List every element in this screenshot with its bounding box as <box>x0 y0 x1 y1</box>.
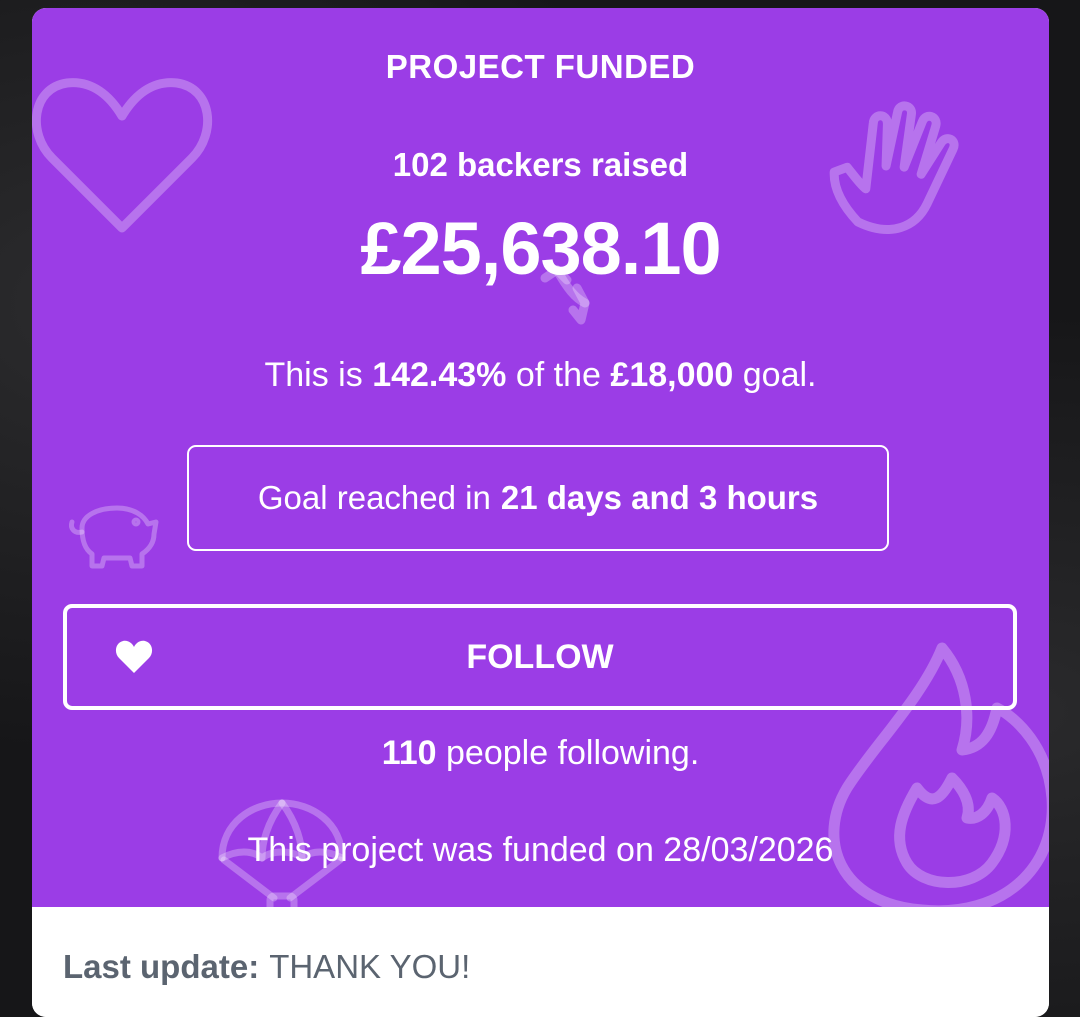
last-update-label: Last update: <box>63 948 260 985</box>
reached-prefix: Goal reached in <box>257 479 491 516</box>
heart-icon <box>115 640 153 673</box>
goal-progress-text: This is 142.43% of the £18,000 goal. <box>32 356 1049 395</box>
piggy-bank-icon <box>69 505 159 569</box>
funded-date: This project was funded on 28/03/2026 <box>247 831 834 869</box>
backers-count: 102 backers raised <box>392 146 689 183</box>
goal-suffix: goal. <box>742 356 817 394</box>
goal-middle: of the <box>515 356 601 394</box>
funding-card: PROJECT FUNDED 102 backers raised £25,63… <box>32 8 1049 1017</box>
funded-heading: PROJECT FUNDED <box>385 48 696 85</box>
goal-reached-box: Goal reached in 21 days and 3 hours <box>187 445 889 551</box>
following-count: 110 people following. <box>32 734 1049 773</box>
last-update[interactable]: Last update: THANK YOU! <box>63 948 470 986</box>
reached-duration: 21 days and 3 hours <box>500 479 819 516</box>
last-update-value: THANK YOU! <box>269 948 471 985</box>
goal-percent: 142.43% <box>372 356 507 394</box>
following-suffix: people following. <box>446 734 700 772</box>
goal-prefix: This is <box>264 356 363 394</box>
funding-panel: PROJECT FUNDED 102 backers raised £25,63… <box>32 8 1049 907</box>
amount-raised: £25,638.10 <box>360 207 721 290</box>
follow-label: FOLLOW <box>466 637 614 676</box>
goal-amount: £18,000 <box>610 356 734 394</box>
following-number: 110 <box>381 734 437 772</box>
follow-button[interactable]: FOLLOW <box>63 604 1017 710</box>
